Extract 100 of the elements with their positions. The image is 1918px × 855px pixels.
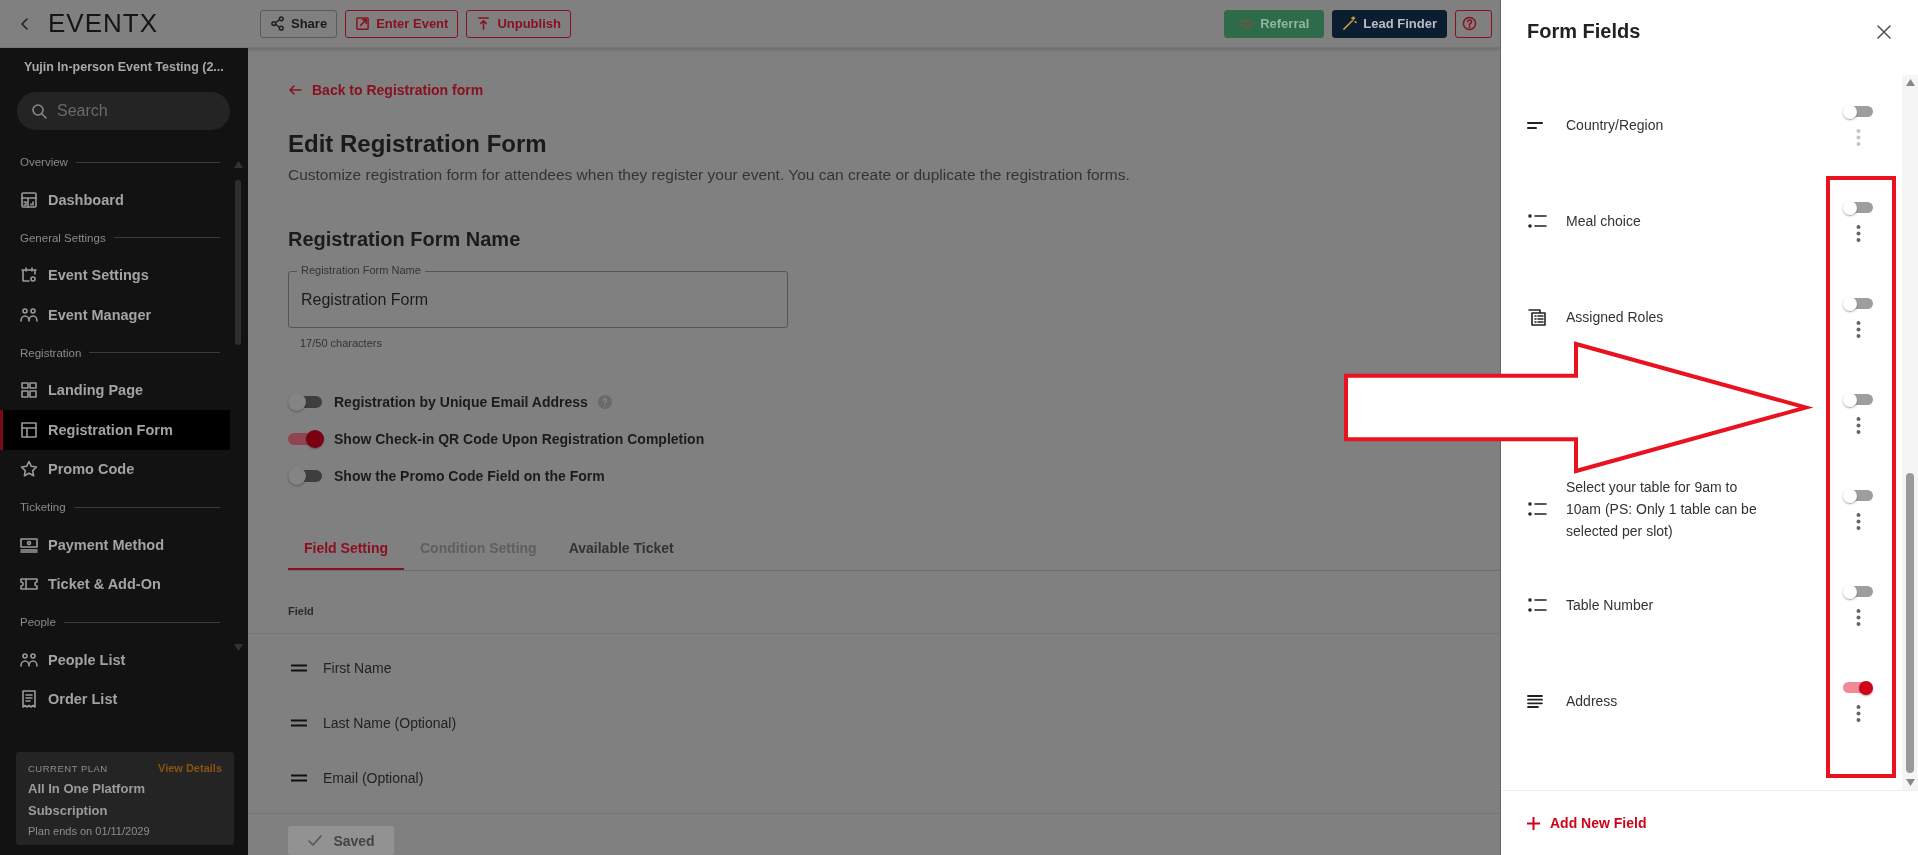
nav-item[interactable]: Event Settings bbox=[0, 255, 230, 295]
receipt-icon bbox=[20, 690, 38, 709]
section-heading: Ticketing bbox=[20, 501, 66, 513]
toggle-label: Show the Promo Code Field on the Form bbox=[334, 468, 605, 484]
paragraph-icon bbox=[1527, 694, 1543, 708]
people-icon bbox=[20, 650, 38, 669]
add-field-button[interactable]: Add New Field bbox=[1527, 815, 1647, 831]
section-heading: People bbox=[20, 616, 56, 628]
toggle-switch[interactable] bbox=[288, 393, 324, 411]
field-label: Select your table for 9am to 10am (PS: Only 1 table can be selected per slot) bbox=[1566, 478, 1758, 541]
page-description: Customize registration form for attendees when they register your event. You can create or duplicate the registration forms. bbox=[288, 166, 1131, 184]
help-icon bbox=[1462, 16, 1477, 31]
more-options-icon[interactable] bbox=[1855, 512, 1861, 530]
character-counter: 17/50 characters bbox=[300, 337, 383, 349]
plan-caption: CURRENT PLAN bbox=[28, 762, 108, 774]
nav-item[interactable]: Order List bbox=[0, 679, 230, 719]
field-name: Last Name (Optional) bbox=[323, 714, 457, 731]
field-name: Email (Optional) bbox=[323, 769, 424, 786]
check-icon bbox=[307, 832, 324, 849]
more-options-icon[interactable] bbox=[1855, 608, 1861, 626]
nav-label: Ticket & Add-On bbox=[48, 576, 161, 593]
more-options-icon[interactable] bbox=[1855, 704, 1861, 722]
toggle-switch[interactable] bbox=[1843, 200, 1873, 215]
nav-label: Promo Code bbox=[48, 461, 135, 478]
scrollbar-thumb[interactable] bbox=[1906, 473, 1914, 773]
nav-item[interactable]: Promo Code bbox=[0, 449, 230, 489]
toggle-label: Show Check-in QR Code Upon Registration Completion bbox=[334, 431, 705, 447]
column-header: Field bbox=[288, 605, 314, 617]
bulleted-list-icon bbox=[1527, 501, 1547, 517]
banknote-icon bbox=[20, 535, 38, 554]
section-title: Registration Form Name bbox=[288, 228, 522, 251]
bulleted-list-icon bbox=[1527, 213, 1547, 229]
share-icon bbox=[270, 16, 285, 31]
plan-name: All In One Platform Subscription bbox=[28, 780, 146, 820]
drag-handle-icon bbox=[291, 718, 307, 727]
toolbar-button[interactable]: Lead Finder bbox=[1332, 9, 1447, 38]
nav-label: People List bbox=[48, 651, 126, 668]
toggle-switch[interactable] bbox=[288, 467, 324, 485]
more-options-icon[interactable] bbox=[1855, 416, 1861, 434]
scroll-down-icon bbox=[233, 644, 243, 651]
nav-item[interactable]: People List bbox=[0, 640, 230, 680]
drag-handle-icon bbox=[291, 773, 307, 782]
layout-grid-icon bbox=[20, 381, 38, 400]
dashboard-icon bbox=[20, 190, 38, 209]
toggle-switch[interactable] bbox=[1843, 104, 1873, 119]
magic-wand-icon bbox=[1342, 16, 1358, 31]
document-list-icon bbox=[1527, 307, 1547, 327]
event-name: Yujin In-person Event Testing (2... bbox=[23, 60, 225, 76]
calendar-gear-icon bbox=[20, 266, 38, 285]
more-options-icon[interactable] bbox=[1855, 320, 1861, 338]
nav-item[interactable]: Landing Page bbox=[0, 370, 230, 410]
scrollbar[interactable] bbox=[234, 161, 242, 651]
scrollbar[interactable] bbox=[1902, 75, 1918, 790]
search-field[interactable]: Search bbox=[17, 92, 230, 130]
nav-item[interactable]: Event Manager bbox=[0, 295, 230, 335]
external-link-icon bbox=[355, 16, 371, 31]
more-options-icon[interactable] bbox=[1855, 224, 1861, 242]
table-icon bbox=[20, 420, 38, 439]
page-title: Edit Registration Form bbox=[288, 130, 548, 158]
toggle-switch[interactable] bbox=[1843, 680, 1873, 695]
toggle-switch[interactable] bbox=[1843, 296, 1873, 311]
short-text-icon bbox=[1527, 121, 1543, 129]
upload-icon bbox=[476, 16, 492, 31]
help-button[interactable] bbox=[1455, 9, 1492, 38]
scrollbar-thumb[interactable] bbox=[235, 180, 241, 345]
field-label: Address bbox=[1566, 692, 1619, 711]
toggle-switch[interactable] bbox=[288, 430, 324, 448]
nav-label: Order List bbox=[48, 691, 118, 708]
toolbar-button[interactable]: Share bbox=[260, 9, 338, 38]
toggle-switch[interactable] bbox=[1843, 488, 1873, 503]
toggle-label: Registration by Unique Email Address bbox=[334, 394, 588, 410]
toggle-switch[interactable] bbox=[1843, 392, 1873, 407]
section-heading: General Settings bbox=[20, 231, 106, 244]
drag-handle-icon bbox=[291, 663, 307, 672]
close-icon[interactable] bbox=[1876, 23, 1892, 40]
scroll-up-icon bbox=[233, 161, 243, 168]
nav-item[interactable]: Ticket & Add-On bbox=[0, 564, 230, 604]
section-heading: Overview bbox=[20, 156, 68, 168]
field-label: Assigned Roles bbox=[1566, 308, 1665, 327]
field-label: Meal choice bbox=[1566, 212, 1642, 231]
toggle-switch[interactable] bbox=[1843, 584, 1873, 599]
nav-label: Event Manager bbox=[48, 306, 152, 323]
nav-label: Dashboard bbox=[48, 191, 124, 208]
nav-label: Event Settings bbox=[48, 267, 149, 284]
scroll-up-icon bbox=[1905, 79, 1915, 86]
section-heading: Registration bbox=[20, 346, 82, 359]
bulleted-list-icon bbox=[1527, 597, 1547, 613]
field-name: First Name bbox=[323, 659, 392, 676]
nav-item[interactable]: Dashboard bbox=[0, 180, 230, 220]
nav-item[interactable]: Payment Method bbox=[0, 525, 230, 565]
search-icon bbox=[31, 103, 47, 119]
plus-icon bbox=[1527, 816, 1540, 830]
people-icon bbox=[20, 305, 38, 324]
tab[interactable]: Available Ticket bbox=[552, 540, 690, 570]
logo: EVENTX bbox=[48, 8, 160, 39]
nav-label: Landing Page bbox=[48, 382, 144, 399]
field-label: Country/Region bbox=[1566, 116, 1665, 135]
nav-item[interactable]: Registration Form bbox=[0, 410, 230, 450]
star-icon bbox=[20, 460, 38, 479]
nav-label: Payment Method bbox=[48, 536, 164, 553]
